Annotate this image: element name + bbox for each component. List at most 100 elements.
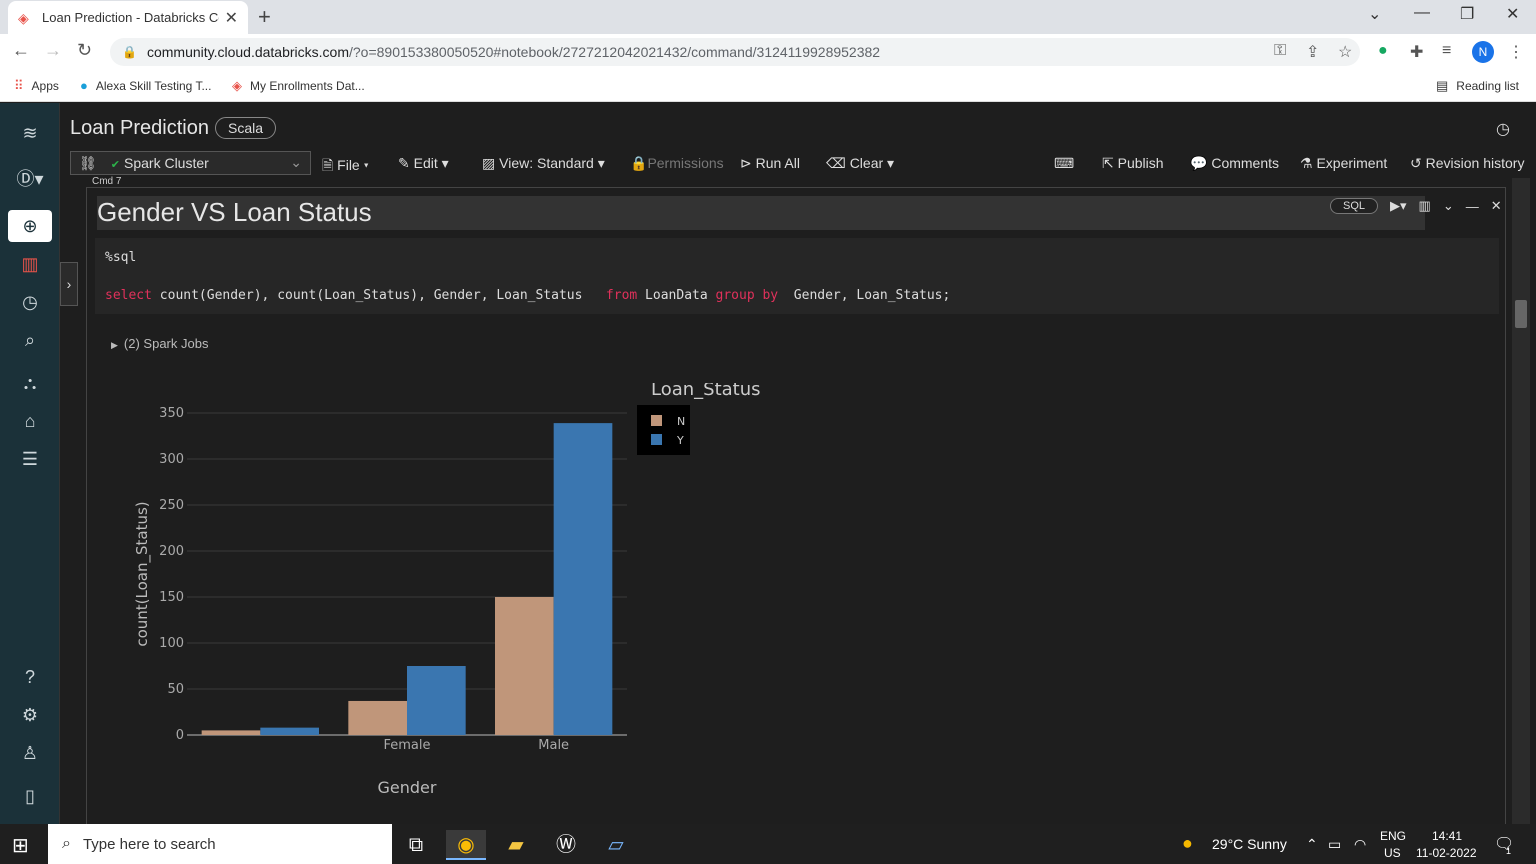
cell-menu-chevron-icon[interactable]: ⌄	[1443, 198, 1454, 214]
sidebar-toggle-icon[interactable]: ▯	[8, 780, 52, 812]
weather-text[interactable]: 29°C Sunny	[1212, 836, 1287, 852]
chart-icon[interactable]: ▥	[1419, 198, 1431, 214]
apps-grid-icon: ⠿	[14, 78, 24, 93]
schedule-clock-icon[interactable]: ◷	[1496, 119, 1510, 139]
taskbar-search[interactable]: ⌕ Type here to search	[48, 824, 392, 864]
file-label: File	[337, 157, 360, 173]
bookmark-star-icon[interactable]: ☆	[1338, 42, 1352, 62]
comments-label: Comments	[1211, 155, 1280, 171]
publish-label: Publish	[1117, 155, 1164, 171]
cluster-selector[interactable]: ⛓ ✔ Spark Cluster ⌄	[70, 151, 311, 175]
task-view-icon[interactable]: ⧉	[396, 830, 436, 860]
reading-list[interactable]: ▤ Reading list	[1436, 78, 1519, 94]
spark-jobs-toggle[interactable]: ▶ (2) Spark Jobs	[111, 336, 208, 351]
revision-history-button[interactable]: ↺ Revision history	[1410, 155, 1524, 172]
file-explorer-icon[interactable]: ▰	[496, 830, 536, 860]
tab-title: Loan Prediction - Databricks Con	[42, 10, 219, 25]
edit-menu[interactable]: ✎ Edit ▾	[398, 155, 449, 172]
kw-group-by: group by	[715, 288, 779, 303]
cell-controls: SQL ▶▾ ▥ ⌄ — ✕	[1330, 198, 1502, 214]
bookmark-alexa[interactable]: ● Alexa Skill Testing T...	[80, 78, 211, 93]
legend-box	[637, 405, 690, 455]
notebook-language-badge[interactable]: Scala	[215, 117, 277, 139]
view-menu[interactable]: ▨ View: Standard ▾	[482, 155, 605, 172]
scrollbar[interactable]	[1512, 178, 1530, 824]
compute-icon[interactable]: ⌂	[8, 405, 52, 437]
notebook-title[interactable]: Loan Prediction	[70, 117, 209, 140]
data-icon[interactable]: ⛬	[8, 367, 52, 399]
weather-sun-icon[interactable]: ●	[1182, 833, 1193, 854]
y-tick-label: 250	[159, 498, 184, 513]
user-icon[interactable]: ♙	[8, 737, 52, 769]
tray-chevron-icon[interactable]: ⌃	[1306, 836, 1318, 853]
clear-menu[interactable]: ⌫ Clear ▾	[826, 155, 894, 172]
close-tab-icon[interactable]: ✕	[225, 8, 238, 28]
wifi-icon[interactable]: ◠	[1354, 836, 1366, 853]
scrollbar-thumb[interactable]	[1515, 300, 1527, 328]
run-cell-icon[interactable]: ▶▾	[1390, 198, 1407, 214]
experiment-button[interactable]: ⚗ Experiment	[1300, 155, 1387, 172]
media-icon[interactable]: ≡	[1442, 42, 1451, 60]
minimize-cell-icon[interactable]: —	[1466, 199, 1479, 214]
close-window-icon[interactable]: ✕	[1506, 4, 1519, 24]
clock-date[interactable]: 11-02-2022	[1416, 846, 1477, 860]
grammarly-icon[interactable]: ●	[1378, 42, 1388, 60]
y-tick-label: 350	[159, 406, 184, 421]
notifications-icon[interactable]: 🗨	[1494, 834, 1514, 854]
delete-cell-icon[interactable]: ✕	[1491, 198, 1502, 214]
notepad-icon[interactable]: ▱	[596, 830, 636, 860]
clock-time[interactable]: 14:41	[1432, 829, 1462, 843]
permissions-button[interactable]: 🔒Permissions	[630, 155, 724, 172]
bookmark-apps[interactable]: ⠿ Apps	[14, 78, 59, 94]
jobs-icon[interactable]: ☰	[8, 443, 52, 475]
browser-tab[interactable]: ◈ Loan Prediction - Databricks Con ✕	[8, 1, 248, 34]
help-icon[interactable]: ?	[8, 661, 52, 693]
tab-search-icon[interactable]: ⌄	[1368, 4, 1381, 24]
bookmark-enrollments[interactable]: ◈ My Enrollments Dat...	[232, 78, 365, 94]
file-menu[interactable]: 🗎 File ▾	[322, 155, 369, 179]
url-host: community.cloud.databricks.com	[146, 44, 349, 60]
run-all-button[interactable]: ⊳ Run All	[740, 155, 800, 172]
windows-start-icon[interactable]: ⊞	[12, 833, 29, 858]
create-icon[interactable]: ⊕	[8, 210, 52, 242]
persona-switcher-icon[interactable]: Ⓓ▾	[8, 163, 52, 195]
workspace-icon[interactable]: ▥	[8, 248, 52, 280]
share-icon[interactable]: ⇪	[1306, 42, 1319, 62]
bar-y	[260, 727, 319, 735]
key-icon[interactable]: ⚿	[1274, 42, 1286, 60]
language-top[interactable]: ENG	[1380, 829, 1406, 843]
minimize-icon[interactable]: —	[1414, 4, 1430, 22]
recents-icon[interactable]: ◷	[8, 286, 52, 318]
maximize-icon[interactable]: ❐	[1460, 4, 1474, 24]
url-input[interactable]: 🔒 community.cloud.databricks.com/?o=8901…	[110, 38, 1360, 66]
chevron-down-icon: ⌄	[290, 154, 302, 170]
bar-y	[553, 423, 613, 735]
taskbar-search-placeholder: Type here to search	[82, 835, 216, 853]
comments-button[interactable]: 💬 Comments	[1190, 155, 1279, 172]
publish-button[interactable]: ⇱ Publish	[1102, 155, 1164, 172]
reload-icon[interactable]: ↻	[77, 40, 92, 61]
menu-icon[interactable]: ⋮	[1508, 42, 1524, 62]
cell-language-pill[interactable]: SQL	[1330, 198, 1379, 214]
bar-chart: 0 50 100 150 200 250 300 350 Female Male Gender cou…	[133, 383, 761, 797]
battery-icon[interactable]: ▭	[1328, 836, 1341, 853]
cluster-status-icon: ✔	[110, 159, 120, 171]
chrome-icon[interactable]: ◉	[446, 830, 486, 860]
code-editor[interactable]: %sql select count(Gender), count(Loan_St…	[95, 238, 1499, 314]
search-icon[interactable]: ⌕	[8, 324, 52, 356]
word-app-icon[interactable]: Ⓦ	[546, 830, 586, 860]
back-icon[interactable]: ←	[12, 40, 30, 61]
browser-tab-bar: ◈ Loan Prediction - Databricks Con ✕ + ⌄…	[0, 0, 1536, 34]
forward-icon[interactable]: →	[44, 40, 62, 61]
extensions-icon[interactable]: ✚	[1410, 42, 1423, 62]
notebook-cell: Gender VS Loan Status SQL ▶▾ ▥ ⌄ — ✕ %sq…	[86, 187, 1506, 824]
language-bottom[interactable]: US	[1384, 846, 1401, 860]
new-tab-icon[interactable]: +	[258, 4, 271, 30]
profile-avatar[interactable]: N	[1472, 41, 1494, 63]
databricks-logo-icon[interactable]: ≋	[8, 117, 52, 149]
lock-icon: 🔒	[630, 155, 648, 171]
settings-gear-icon[interactable]: ⚙	[8, 699, 52, 731]
keyboard-shortcuts-icon[interactable]: ⌨	[1054, 155, 1074, 172]
reading-list-label: Reading list	[1456, 79, 1519, 93]
expand-panel-icon[interactable]: ›	[60, 262, 78, 306]
